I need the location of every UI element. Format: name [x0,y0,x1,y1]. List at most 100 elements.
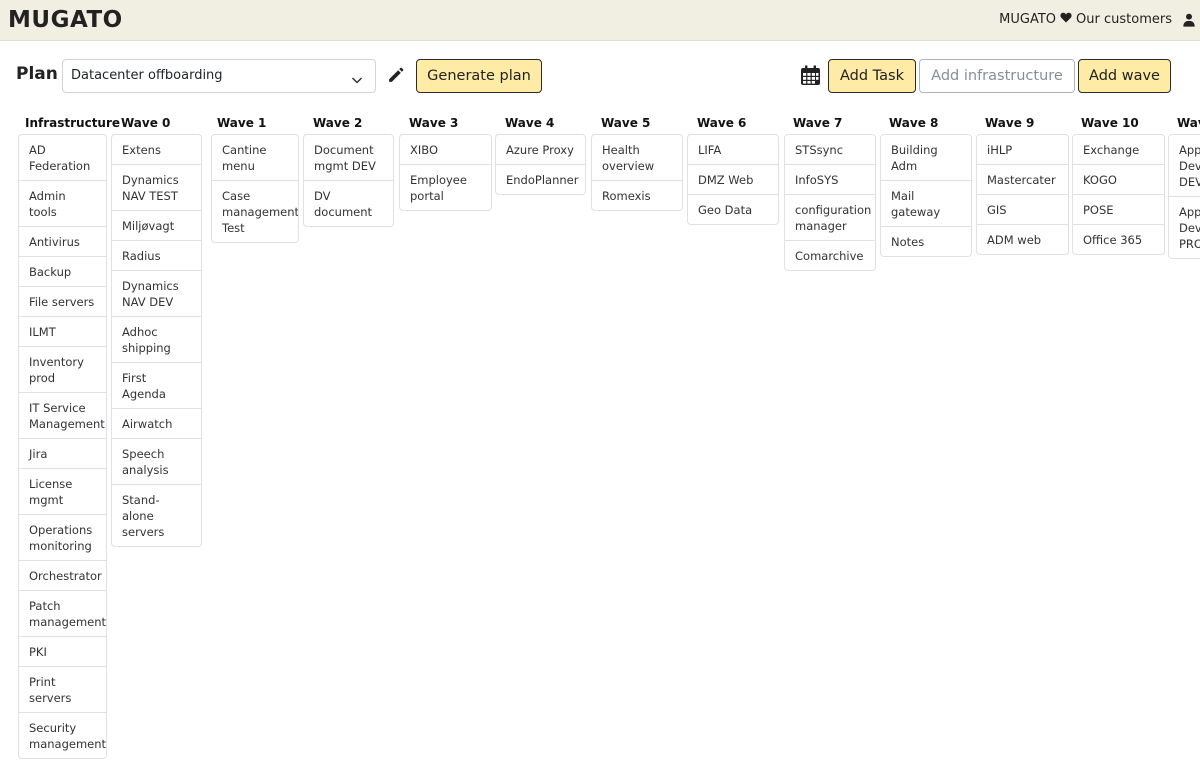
plan-label: Plan [16,64,58,84]
column-header: Wave 0 [121,116,171,130]
task-card[interactable]: Operations monitoring [19,515,106,561]
column-header: Wave 3 [409,116,459,130]
task-card-list: App Dev - DEVApp Dev - PROD [1168,134,1200,259]
wave-board: Infrastructure AD Federation Admin tools An… [0,110,1200,768]
user-icon[interactable] [1182,13,1196,27]
task-card[interactable]: First Agenda [112,363,201,409]
task-card[interactable]: Health overview [592,135,682,181]
column-header: Wave 10 [1081,116,1139,130]
task-card[interactable]: Comarchive [785,241,875,270]
task-card[interactable]: Jira [19,439,106,469]
task-card-list: STSsync InfoSYS configuration manager Comar… [784,134,876,271]
task-card-list: XIBO Employee portal [399,134,492,211]
task-card[interactable]: DV document [304,181,393,226]
column-header: Wave 5 [601,116,651,130]
add-wave-button[interactable]: Add wave [1078,59,1171,93]
column-header: Wave 7 [793,116,843,130]
task-card[interactable]: POSE [1073,195,1164,225]
task-card[interactable]: Case management Test [212,181,298,242]
task-card[interactable]: Azure Proxy [496,135,585,165]
task-card[interactable]: KOGO [1073,165,1164,195]
task-card[interactable]: DMZ Web [688,165,778,195]
task-card[interactable]: Building Adm [881,135,971,181]
task-card[interactable]: Print servers [19,667,106,713]
task-card[interactable]: Employee portal [400,165,491,210]
chevron-down-icon [351,71,363,84]
pencil-icon[interactable] [387,67,404,84]
task-card[interactable]: Inventory prod [19,347,106,393]
task-card[interactable]: XIBO [400,135,491,165]
task-card[interactable]: Radius [112,241,201,271]
top-nav-links: MUGATO Our customers [999,12,1196,27]
top-navbar: MUGATO MUGATO Our customers [0,0,1200,41]
task-card[interactable]: Mail gateway [881,181,971,227]
task-card[interactable]: Cantine menu [212,135,298,181]
task-card[interactable]: Admin tools [19,181,106,227]
task-card[interactable]: AD Federation [19,135,106,181]
column-header: Wave 8 [889,116,939,130]
task-card[interactable]: ILMT [19,317,106,347]
task-card[interactable]: IT Service Management [19,393,106,439]
task-card[interactable]: Exchange [1073,135,1164,165]
calendar-icon[interactable] [800,65,821,86]
task-card[interactable]: ADM web [977,225,1068,254]
task-card[interactable]: Backup [19,257,106,287]
task-card[interactable]: Security management [19,713,106,758]
task-card[interactable]: STSsync [785,135,875,165]
task-card[interactable]: Orchestrator [19,561,106,591]
task-card[interactable]: Miljøvagt [112,211,201,241]
task-card[interactable]: Geo Data [688,195,778,224]
task-card-list: LIFA DMZ Web Geo Data [687,134,779,225]
task-card[interactable]: File servers [19,287,106,317]
task-card[interactable]: Stand-alone servers [112,485,201,546]
task-card[interactable]: Airwatch [112,409,201,439]
task-card[interactable]: Notes [881,227,971,256]
column-header: Wave 1 [217,116,267,130]
task-card[interactable]: iHLP [977,135,1068,165]
task-card[interactable]: configuration manager [785,195,875,241]
task-card[interactable]: Speech analysis [112,439,201,485]
plan-select-value: Datacenter offboarding [71,68,223,83]
column-header: Infrastructure [25,116,121,130]
task-card[interactable]: Extens [112,135,201,165]
task-card[interactable]: Adhoc shipping [112,317,201,363]
task-card[interactable]: LIFA [688,135,778,165]
task-card-list: Exchange KOGO POSE Office 365 [1072,134,1165,255]
task-card[interactable]: InfoSYS [785,165,875,195]
add-infrastructure-button[interactable]: Add infrastructure [919,59,1075,93]
task-card[interactable]: Antivirus [19,227,106,257]
task-card[interactable]: Romexis [592,181,682,210]
task-card-list: AD Federation Admin tools Antivirus Backup F… [18,134,107,759]
task-card[interactable]: Office 365 [1073,225,1164,254]
column-header: Wave 4 [505,116,555,130]
task-card[interactable]: Mastercater [977,165,1068,195]
task-card[interactable]: Document mgmt DEV [304,135,393,181]
heart-icon [1060,12,1072,27]
generate-plan-button[interactable]: Generate plan [416,59,542,93]
column-header: Wave 9 [985,116,1035,130]
column-header: Wave 11 [1177,116,1200,130]
nav-customers-link[interactable]: Our customers [1076,12,1172,27]
column-header: Wave 2 [313,116,363,130]
task-card[interactable]: App Dev - DEV [1169,135,1200,197]
task-card-list: Cantine menu Case management Test [211,134,299,243]
task-card[interactable]: App Dev - PROD [1169,197,1200,258]
task-card[interactable]: PKI [19,637,106,667]
plan-select[interactable]: Datacenter offboarding [62,59,376,93]
task-card[interactable]: GIS [977,195,1068,225]
task-card[interactable]: License mgmt [19,469,106,515]
task-card[interactable]: Dynamics NAV TEST [112,165,201,211]
logo[interactable]: MUGATO [8,6,123,34]
task-card-list: Azure Proxy EndoPlanner [495,134,586,195]
task-card-list: Document mgmt DEV DV document [303,134,394,227]
nav-brand-link[interactable]: MUGATO [999,12,1056,27]
add-task-button[interactable]: Add Task [828,59,916,93]
task-card[interactable]: EndoPlanner [496,165,585,194]
task-card[interactable]: Patch management [19,591,106,637]
task-card[interactable]: Dynamics NAV DEV [112,271,201,317]
task-card-list: Building Adm Mail gateway Notes [880,134,972,257]
task-card-list: Health overview Romexis [591,134,683,211]
task-card-list: Extens Dynamics NAV TEST Miljøvagt Radius Dy… [111,134,202,547]
column-header: Wave 6 [697,116,747,130]
task-card-list: iHLP Mastercater GIS ADM web [976,134,1069,255]
